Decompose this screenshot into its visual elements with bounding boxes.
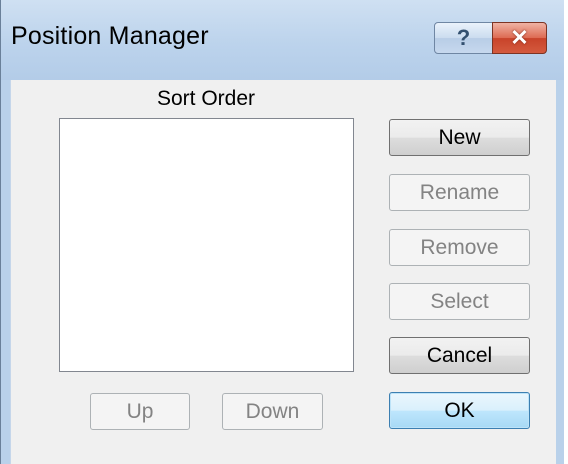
sort-order-listbox[interactable] [59, 118, 354, 372]
ok-button[interactable]: OK [389, 392, 530, 429]
close-button[interactable]: ✕ [492, 22, 547, 54]
title-bar[interactable]: Position Manager ? ✕ [1, 0, 564, 80]
new-button[interactable]: New [389, 119, 530, 156]
help-icon: ? [456, 25, 471, 50]
position-manager-dialog: Position Manager ? ✕ Sort Order New Rena… [0, 0, 564, 464]
select-button[interactable]: Select [389, 283, 530, 320]
rename-button[interactable]: Rename [389, 174, 530, 211]
move-down-button[interactable]: Down [222, 393, 323, 430]
sort-order-label: Sort Order [156, 87, 256, 110]
cancel-button[interactable]: Cancel [389, 337, 530, 374]
move-up-button[interactable]: Up [90, 393, 190, 430]
remove-button[interactable]: Remove [389, 229, 530, 266]
help-button[interactable]: ? [434, 22, 493, 54]
close-icon: ✕ [510, 25, 529, 50]
window-title: Position Manager [11, 22, 209, 50]
